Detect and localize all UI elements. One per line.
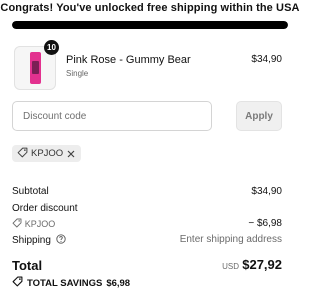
total-amount: $27,92 — [242, 257, 282, 272]
tag-icon — [17, 147, 28, 161]
product-image — [30, 52, 41, 84]
total-currency: USD — [222, 262, 239, 271]
order-discount-label: Order discount — [12, 203, 78, 214]
shipping-progress-bar — [12, 21, 288, 29]
subtotal-value: $34,90 — [251, 186, 282, 197]
order-discount-row: KPJOO − $6,98 — [12, 218, 282, 231]
remove-discount-icon[interactable] — [66, 149, 76, 159]
product-price: $34,90 — [251, 54, 282, 65]
shipping-value: Enter shipping address — [179, 234, 282, 245]
subtotal-row: Subtotal $34,90 — [12, 186, 282, 197]
discount-code-input[interactable] — [12, 101, 212, 131]
order-discount-code: KPJOO — [24, 219, 56, 230]
tag-icon — [12, 218, 22, 231]
total-label: Total — [12, 258, 43, 273]
apply-discount-button[interactable]: Apply — [236, 101, 282, 131]
shipping-row: Shipping Enter shipping address — [12, 234, 282, 247]
order-discount-label-row: Order discount — [12, 203, 282, 214]
product-variant: Single — [66, 69, 89, 78]
total-savings: TOTAL SAVINGS $6,98 — [12, 276, 130, 290]
free-shipping-banner: Congrats! You've unlocked free shipping … — [0, 2, 300, 14]
total-savings-label: TOTAL SAVINGS — [27, 277, 103, 289]
applied-discount-chip: KPJOO — [12, 145, 82, 162]
quantity-badge: 10 — [44, 40, 59, 55]
cart-line-item: 10 Pink Rose - Gummy Bear Single $34,90 — [12, 40, 288, 92]
applied-discount-code: KPJOO — [31, 148, 64, 159]
subtotal-label: Subtotal — [12, 186, 49, 197]
tag-icon — [12, 276, 23, 290]
order-discount-value: − $6,98 — [248, 218, 282, 229]
product-name: Pink Rose - Gummy Bear — [66, 54, 191, 66]
shipping-progress-fill — [12, 21, 288, 29]
info-icon[interactable] — [56, 234, 66, 247]
shipping-label: Shipping — [12, 235, 51, 247]
total-savings-value: $6,98 — [106, 277, 131, 289]
